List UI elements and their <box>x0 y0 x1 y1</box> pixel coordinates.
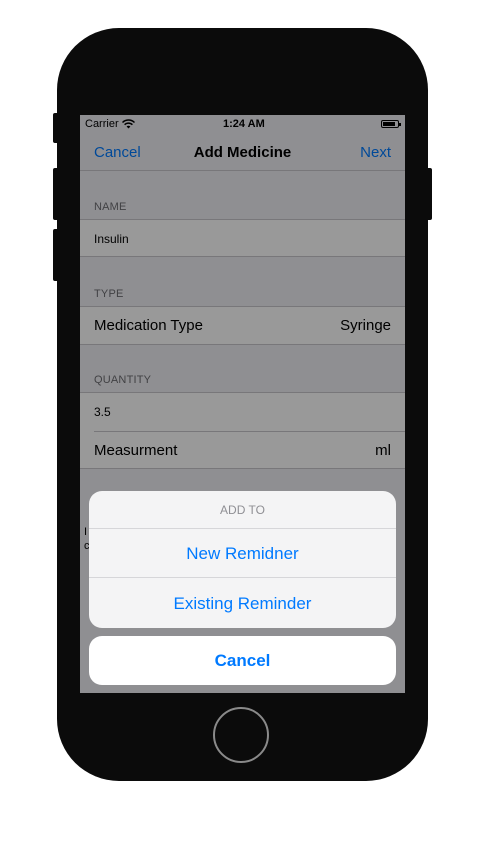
action-sheet: ADD TO New Remidner Existing Reminder <box>89 491 396 628</box>
home-button[interactable] <box>213 707 269 763</box>
screen: Carrier 1:24 AM Add Medicine Cancel Next… <box>80 115 405 693</box>
action-sheet-cancel-button[interactable]: Cancel <box>89 636 396 685</box>
new-reminder-button[interactable]: New Remidner <box>89 529 396 578</box>
existing-reminder-button[interactable]: Existing Reminder <box>89 579 396 628</box>
action-sheet-title: ADD TO <box>89 491 396 529</box>
